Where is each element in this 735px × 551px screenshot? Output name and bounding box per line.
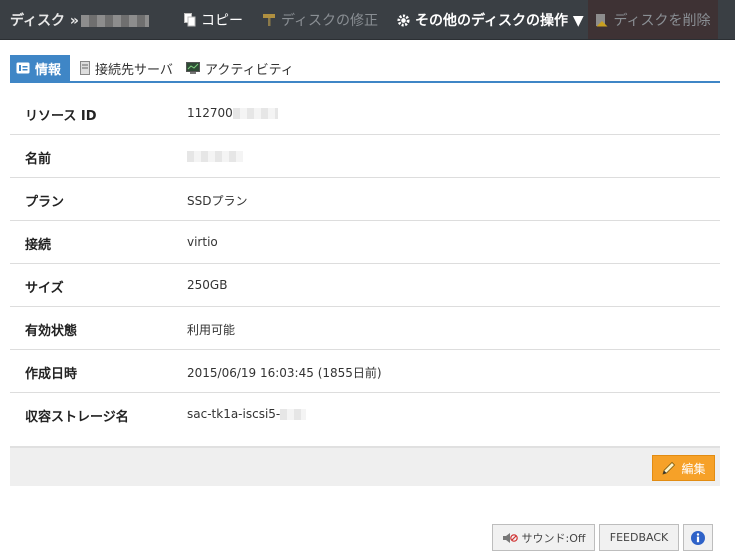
info-row-resource-id: リソース ID 112700 [10, 92, 720, 135]
redacted-disk-name [187, 151, 243, 162]
info-help-button[interactable] [683, 524, 713, 551]
storage-name-label: 収容ストレージ名 [25, 410, 129, 425]
edit-button[interactable]: 編集 [652, 455, 715, 481]
connection-label: 接続 [25, 238, 52, 253]
gear-icon [397, 13, 410, 27]
copy-button[interactable]: コピー [184, 10, 243, 30]
tab-info-label: 情報 [35, 62, 62, 78]
modify-disk-button[interactable]: ディスクの修正 [262, 10, 378, 30]
info-row-status: 有効状態 利用可能 [10, 307, 720, 350]
info-row-storage-name: 収容ストレージ名 sac-tk1a-iscsi5- [10, 393, 720, 436]
plan-label: プラン [25, 195, 65, 210]
tab-connected-server[interactable]: 接続先サーバ [74, 55, 179, 81]
name-label: 名前 [25, 152, 52, 167]
status-label: 有効状態 [25, 324, 78, 339]
trash-warning-icon [596, 13, 608, 26]
action-bar: 編集 [10, 446, 720, 486]
delete-disk-label: ディスクを削除 [613, 12, 711, 29]
resource-id-text: 112700 [187, 106, 233, 120]
resource-id-label: リソース ID [25, 109, 97, 124]
tab-connected-server-label: 接続先サーバ [95, 62, 173, 78]
status-value: 利用可能 [187, 323, 236, 337]
info-icon [691, 530, 705, 545]
breadcrumb-text: ディスク » [10, 13, 79, 29]
other-disk-operations-label: その他のディスクの操作 ▼ [415, 13, 584, 29]
monitor-icon [186, 61, 200, 74]
created-at-value: 2015/06/19 16:03:45 (1855日前) [187, 366, 382, 380]
pencil-icon [662, 461, 676, 475]
info-row-created-at: 作成日時 2015/06/19 16:03:45 (1855日前) [10, 350, 720, 393]
redacted-name [80, 15, 149, 27]
redacted-resource-id [232, 108, 278, 119]
top-toolbar: ディスク » コピー ディスクの修正 その他のディスクの操作 ▼ ディスクを削除 [0, 0, 735, 40]
redacted-storage-suffix [280, 409, 307, 420]
plan-value: SSDプラン [187, 194, 248, 208]
tab-info[interactable]: 情報 [10, 55, 70, 81]
copy-label: コピー [201, 13, 243, 29]
breadcrumb-title: ディスク » [10, 10, 149, 30]
disk-info-table: リソース ID 112700 名前 プラン SSDプラン 接続 virtio サ… [10, 92, 720, 436]
info-card-icon [16, 62, 30, 74]
server-icon [80, 61, 90, 75]
edit-label: 編集 [681, 461, 706, 476]
size-value: 250GB [187, 278, 228, 292]
created-at-label: 作成日時 [25, 367, 78, 382]
sound-label: サウンド:Off [521, 531, 586, 545]
modify-disk-label: ディスクの修正 [281, 13, 379, 29]
sound-toggle-button[interactable]: サウンド:Off [492, 524, 595, 551]
other-disk-operations-menu[interactable]: その他のディスクの操作 ▼ [397, 10, 584, 30]
copy-icon [184, 13, 196, 27]
info-row-connection: 接続 virtio [10, 221, 720, 264]
info-row-name: 名前 [10, 135, 720, 178]
tab-activity-label: アクティビティ [205, 62, 294, 78]
storage-name-value: sac-tk1a-iscsi5- [187, 407, 307, 421]
connection-value: virtio [187, 235, 218, 249]
hammer-icon [263, 14, 275, 26]
storage-name-text: sac-tk1a-iscsi5- [187, 407, 281, 421]
info-row-size: サイズ 250GB [10, 264, 720, 307]
tab-activity[interactable]: アクティビティ [180, 55, 300, 81]
resource-id-value: 112700 [187, 106, 278, 120]
speaker-off-icon [502, 532, 518, 543]
size-label: サイズ [25, 281, 64, 296]
feedback-label: FEEDBACK [609, 531, 669, 544]
name-value [187, 149, 243, 163]
tab-bar: 情報 接続先サーバ アクティビティ [10, 55, 720, 83]
feedback-button[interactable]: FEEDBACK [599, 524, 679, 551]
delete-disk-button[interactable]: ディスクを削除 [588, 0, 718, 39]
info-row-plan: プラン SSDプラン [10, 178, 720, 221]
